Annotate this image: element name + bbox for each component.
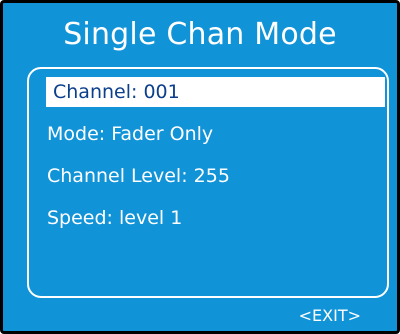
menu-item-speed[interactable]: Speed: level 1: [47, 203, 182, 233]
screen-title: Single Chan Mode: [63, 17, 337, 52]
device-screen: Single Chan Mode Channel: 001 Mode: Fade…: [0, 0, 400, 334]
menu-panel: Channel: 001 Mode: Fader Only Channel Le…: [27, 67, 389, 298]
exit-button[interactable]: <EXIT>: [299, 305, 361, 327]
menu-item-channel-level[interactable]: Channel Level: 255: [47, 161, 230, 191]
menu-item-mode[interactable]: Mode: Fader Only: [47, 119, 213, 149]
menu-item-channel[interactable]: Channel: 001: [46, 77, 385, 107]
